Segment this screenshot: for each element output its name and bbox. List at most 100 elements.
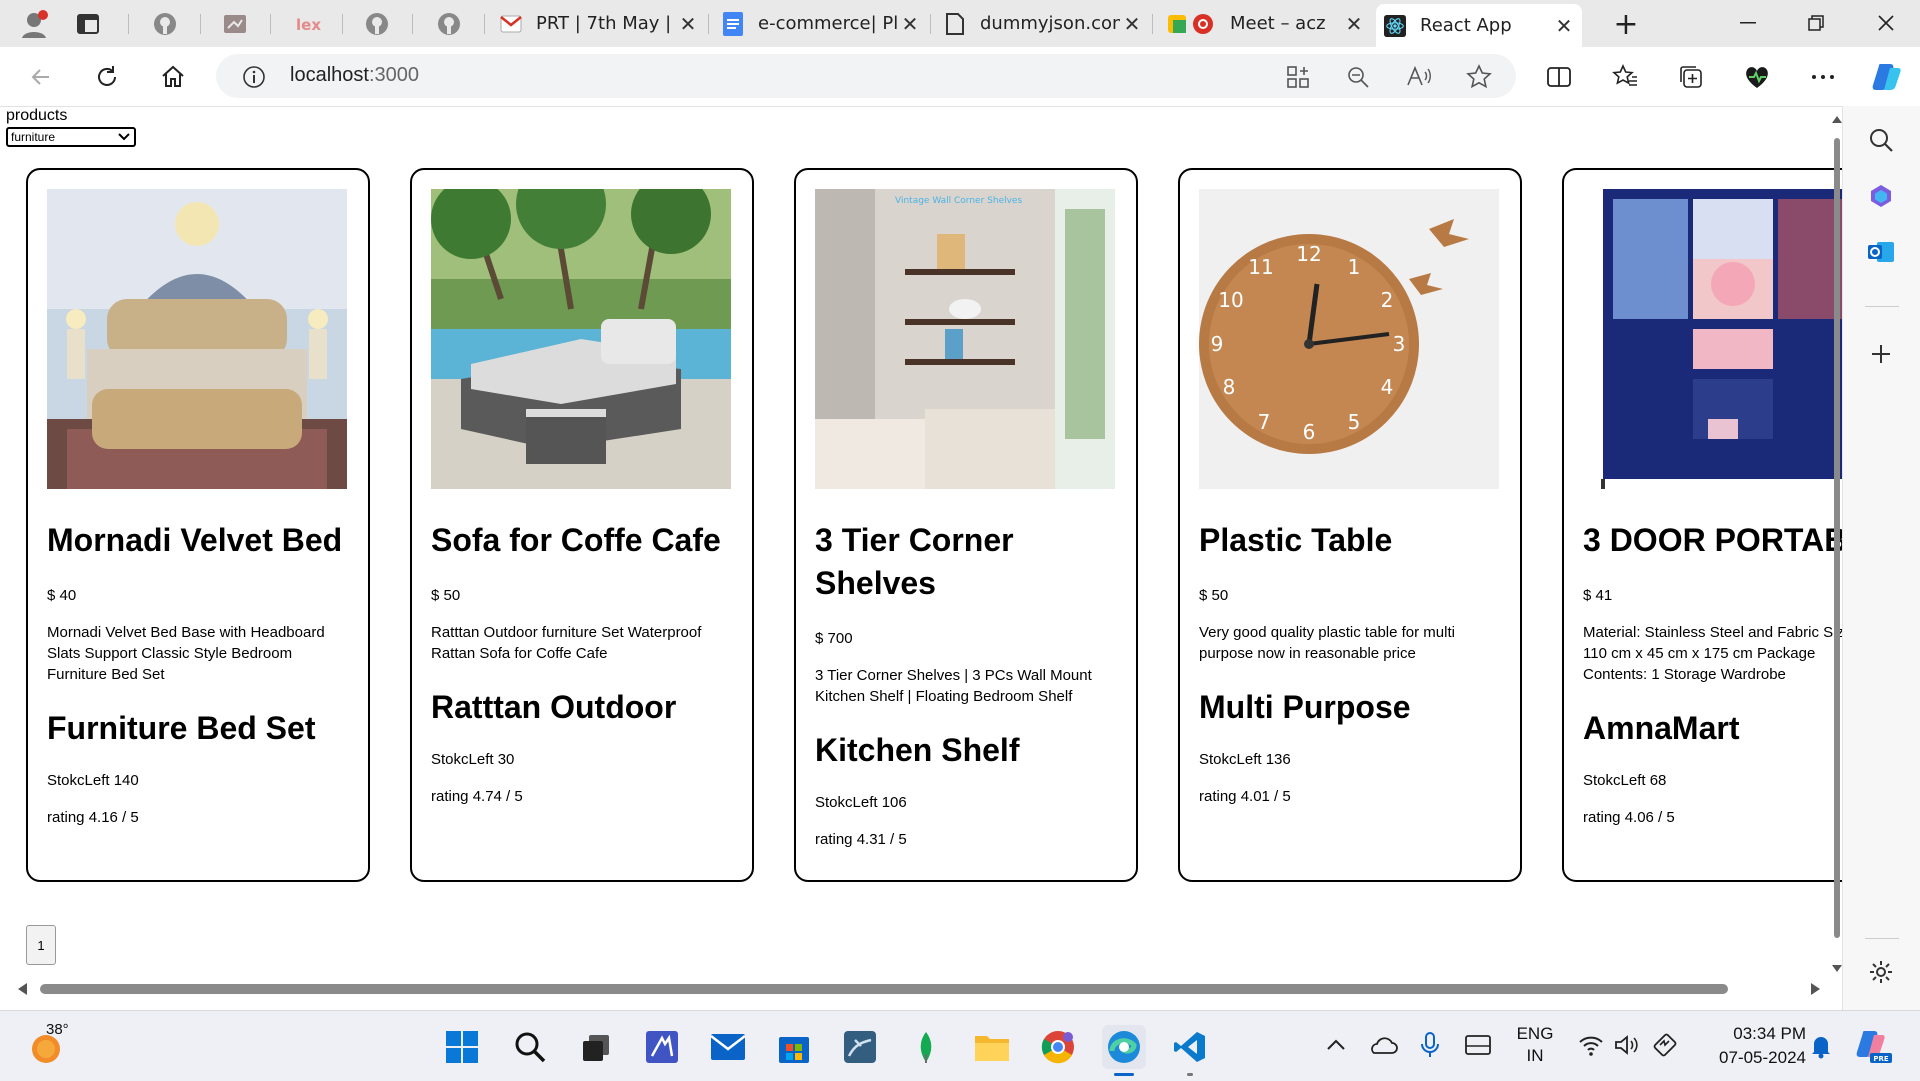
tab-dummyjson[interactable]: dummyjson.con ✕ xyxy=(936,6,1150,41)
close-window-button[interactable] xyxy=(1856,6,1916,40)
tab-pinned-icon[interactable] xyxy=(222,11,248,37)
microphone-icon[interactable] xyxy=(1418,1031,1442,1059)
clock[interactable]: 03:34 PM 07-05-2024 xyxy=(1696,1022,1806,1070)
copilot-pre-icon[interactable]: PRE xyxy=(1852,1025,1892,1065)
tab-github-icon[interactable] xyxy=(436,11,462,37)
tab-github-icon[interactable] xyxy=(152,11,178,37)
taskbar-search-icon[interactable] xyxy=(508,1025,552,1069)
product-title: Sofa for Coffe Cafe xyxy=(431,522,721,558)
onedrive-icon[interactable] xyxy=(1368,1033,1398,1059)
copilot-icon[interactable] xyxy=(1868,58,1906,96)
product-image xyxy=(47,189,347,489)
vscode-icon[interactable] xyxy=(1168,1025,1212,1069)
notification-bell-icon[interactable] xyxy=(1808,1033,1834,1059)
refresh-button[interactable] xyxy=(88,58,126,96)
keyboard-icon[interactable] xyxy=(1464,1033,1492,1057)
url-text[interactable]: localhost:3000 xyxy=(290,64,419,87)
tab-actions-icon[interactable] xyxy=(76,12,100,36)
svg-text:4: 4 xyxy=(1381,375,1394,399)
page-viewport: products furniture Mornadi Velvet Bed $ … xyxy=(0,107,1842,1010)
chrome-icon[interactable] xyxy=(1036,1025,1080,1069)
store-app-icon[interactable] xyxy=(772,1025,816,1069)
product-card[interactable]: Sofa for Coffe Cafe $ 50 Ratttan Outdoor… xyxy=(410,168,754,882)
close-icon[interactable]: ✕ xyxy=(1552,14,1576,38)
sidebar-divider xyxy=(1865,938,1899,939)
tray-overflow-icon[interactable] xyxy=(1324,1033,1348,1057)
svg-text:2: 2 xyxy=(1381,288,1394,312)
product-rating: rating 4.01 / 5 xyxy=(1199,788,1291,805)
settings-gear-icon[interactable] xyxy=(1863,954,1899,990)
read-aloud-icon[interactable] xyxy=(1406,65,1432,93)
mail-app-icon[interactable] xyxy=(706,1025,750,1069)
tab-pinned-icon[interactable]: lex xyxy=(294,13,324,35)
image-caption: Vintage Wall Corner Shelves xyxy=(895,196,1022,206)
wifi-icon[interactable] xyxy=(1578,1033,1604,1057)
product-title: Plastic Table xyxy=(1199,522,1393,558)
search-icon[interactable] xyxy=(1863,122,1899,158)
category-select[interactable]: furniture xyxy=(6,127,136,147)
whiteboard-app-icon[interactable] xyxy=(640,1025,684,1069)
restore-button[interactable] xyxy=(1786,6,1846,40)
tab-gmail[interactable]: PRT | 7th May | ✕ xyxy=(492,6,706,41)
favorites-icon[interactable] xyxy=(1606,58,1644,96)
tab-docs[interactable]: e-commerce| Pl ✕ xyxy=(714,6,928,41)
close-icon[interactable]: ✕ xyxy=(1342,12,1366,36)
new-tab-button[interactable]: + xyxy=(1608,6,1644,42)
collections-icon[interactable] xyxy=(1672,58,1710,96)
tab-label: e-commerce| Pl xyxy=(758,13,898,34)
browser-tab-bar: lex PRT | 7th May | ✕ e-commerce| Pl ✕ d… xyxy=(0,0,1920,47)
site-info-icon[interactable] xyxy=(242,65,266,89)
close-icon[interactable]: ✕ xyxy=(676,12,700,36)
close-icon[interactable]: ✕ xyxy=(1120,12,1144,36)
product-card[interactable]: 12 1 2 3 45 6 78 9 10 11 Plastic Table $ 50 Ve… xyxy=(1178,168,1522,882)
tab-react-app[interactable]: React App ✕ xyxy=(1376,4,1582,47)
copilot-sidebar-icon[interactable] xyxy=(1863,178,1899,214)
edge-sidebar xyxy=(1842,106,1920,1010)
svg-text:11: 11 xyxy=(1248,255,1273,279)
product-card[interactable]: Vintage Wall Corner Shelves 3 Tier Corne… xyxy=(794,168,1138,882)
vertical-scrollbar[interactable] xyxy=(1832,106,1842,1010)
home-button[interactable] xyxy=(154,58,192,96)
battery-icon[interactable] xyxy=(1650,1033,1678,1057)
tab-meet[interactable]: Meet – acz ✕ xyxy=(1158,6,1372,41)
horizontal-scrollbar[interactable] xyxy=(0,980,1842,998)
more-options-icon[interactable] xyxy=(1804,58,1842,96)
product-description: Material: Stainless Steel and Fabric Siz… xyxy=(1583,624,1842,683)
favorite-star-icon[interactable] xyxy=(1466,64,1492,94)
active-app-indicator xyxy=(1114,1073,1134,1076)
app-available-icon[interactable] xyxy=(1286,65,1310,93)
product-card[interactable]: 3 DOOR PORTABLE $ 41 Material: Stainless… xyxy=(1562,168,1842,882)
mongodb-compass-icon[interactable] xyxy=(904,1025,948,1069)
tab-label: PRT | 7th May | xyxy=(536,13,672,34)
outlook-icon[interactable] xyxy=(1863,234,1899,270)
product-title: 3 DOOR PORTABLE xyxy=(1583,522,1842,558)
file-explorer-icon[interactable] xyxy=(970,1025,1014,1069)
tab-github-icon[interactable] xyxy=(364,11,390,37)
start-icon[interactable] xyxy=(440,1025,484,1069)
gmail-icon xyxy=(500,13,522,35)
browser-essentials-icon[interactable] xyxy=(1738,58,1776,96)
product-brand: Ratttan Outdoor xyxy=(431,689,677,725)
volume-icon[interactable] xyxy=(1614,1033,1640,1057)
edge-taskbar-icon[interactable] xyxy=(1102,1025,1146,1069)
split-screen-icon[interactable] xyxy=(1540,58,1578,96)
product-card[interactable]: Mornadi Velvet Bed $ 40 Mornadi Velvet B… xyxy=(26,168,370,882)
svg-text:3: 3 xyxy=(1393,332,1406,356)
add-icon[interactable] xyxy=(1863,336,1899,372)
svg-text:lex: lex xyxy=(296,16,321,34)
zoom-icon[interactable] xyxy=(1346,65,1370,93)
running-app-indicator xyxy=(1187,1073,1193,1076)
page-button[interactable]: 1 xyxy=(26,925,56,965)
back-button[interactable] xyxy=(22,58,60,96)
product-stock: StokcLeft 106 xyxy=(815,794,907,811)
svg-text:8: 8 xyxy=(1223,375,1236,399)
close-icon[interactable]: ✕ xyxy=(898,12,922,36)
address-bar[interactable]: localhost:3000 xyxy=(216,54,1516,98)
profile-avatar[interactable] xyxy=(18,8,50,40)
task-view-icon[interactable] xyxy=(574,1025,618,1069)
mysql-workbench-icon[interactable] xyxy=(838,1025,882,1069)
product-description: 3 Tier Corner Shelves | 3 PCs Wall Mount… xyxy=(815,667,1092,705)
language-indicator[interactable]: ENG IN xyxy=(1512,1023,1558,1067)
minimize-button[interactable] xyxy=(1718,6,1778,40)
page-icon xyxy=(944,12,966,35)
